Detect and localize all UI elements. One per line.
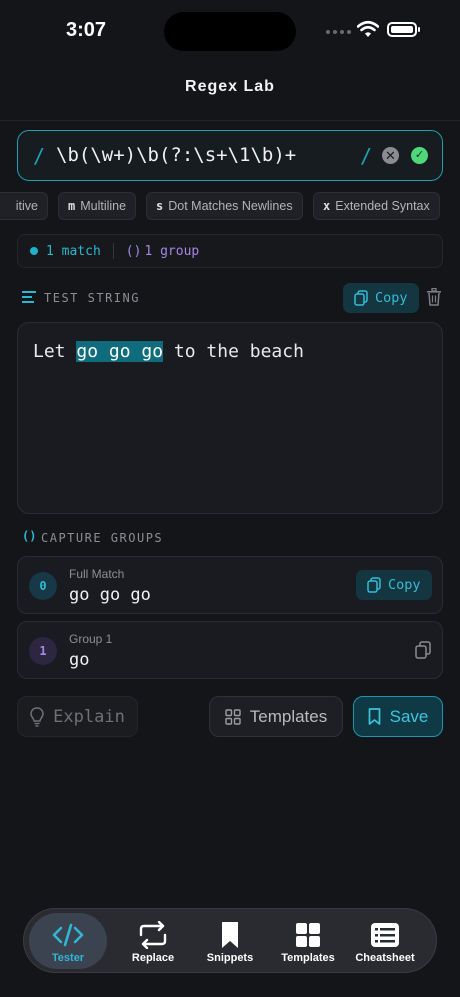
regex-open-delimiter: /: [33, 144, 46, 168]
group-value: go go go: [69, 585, 151, 605]
flag-chip-label: Extended Syntax: [335, 199, 430, 213]
status-bar: 3:07: [0, 0, 460, 62]
flag-chip-dotall[interactable]: s Dot Matches Newlines: [146, 192, 303, 220]
flag-chip-key: s: [156, 199, 164, 213]
text-lines-icon: [22, 291, 36, 303]
list-icon: [371, 923, 399, 947]
trash-icon[interactable]: [426, 288, 442, 306]
group-name: Full Match: [69, 567, 125, 581]
flag-chip-label: itive: [15, 199, 38, 213]
copy-icon[interactable]: [415, 641, 431, 659]
test-text-before: Let: [33, 341, 77, 362]
group-count: 1 group: [144, 243, 200, 259]
match-dot-icon: [30, 247, 38, 255]
copy-icon: [354, 290, 368, 306]
tab-templates[interactable]: Templates: [269, 913, 347, 969]
cellular-signal-icon: [326, 30, 351, 34]
grid-icon: [296, 923, 320, 947]
copy-label: Copy: [388, 577, 421, 593]
bookmark-icon: [368, 708, 380, 725]
explain-button[interactable]: Explain: [17, 696, 138, 737]
copy-label: Copy: [375, 290, 408, 306]
capture-group-card-1: 1 Group 1 go: [17, 621, 443, 679]
copy-full-match-button[interactable]: Copy: [356, 570, 432, 600]
replace-icon: [139, 921, 167, 949]
match-highlight: go go go: [76, 341, 164, 362]
tab-snippets[interactable]: Snippets: [191, 913, 269, 969]
group-value: go: [69, 650, 90, 670]
capture-groups-heading: CAPTURE GROUPS: [41, 531, 164, 545]
code-icon: [52, 923, 84, 947]
battery-icon: [387, 22, 420, 37]
save-button[interactable]: Save: [353, 696, 443, 737]
test-text-after: to the beach: [163, 341, 304, 362]
valid-check-icon: ✓: [411, 147, 428, 164]
flag-chip-extended[interactable]: x Extended Syntax: [313, 192, 440, 220]
explain-label: Explain: [53, 706, 125, 727]
test-string-heading: TEST STRING: [44, 291, 140, 305]
tab-replace[interactable]: Replace: [114, 913, 192, 969]
group-name: Group 1: [69, 632, 113, 646]
templates-label: Templates: [249, 706, 328, 726]
capture-group-card-0: 0 Full Match go go go Copy: [17, 556, 443, 614]
dynamic-island: [164, 12, 296, 51]
flag-chip-key: m: [68, 199, 76, 213]
tab-tester[interactable]: Tester: [29, 913, 107, 969]
flag-chip-case-insensitive[interactable]: itive: [0, 192, 48, 220]
match-summary: 1 match () 1 group: [17, 234, 443, 268]
clear-icon[interactable]: ✕: [382, 147, 399, 164]
copy-icon: [367, 577, 381, 593]
tab-label: Cheatsheet: [355, 952, 415, 964]
flag-chip-label: Dot Matches Newlines: [168, 199, 293, 213]
tab-cheatsheet[interactable]: Cheatsheet: [346, 913, 424, 969]
flag-chip-key: x: [323, 199, 331, 213]
test-string-text: Let go go go to the beach: [33, 341, 304, 362]
lightbulb-icon: [30, 706, 44, 727]
test-string-input[interactable]: Let go go go to the beach: [17, 322, 443, 514]
templates-button[interactable]: Templates: [209, 696, 343, 737]
group-index-badge: 0: [29, 572, 57, 600]
tab-label: Tester: [51, 952, 85, 964]
regex-input[interactable]: / \b(\w+)\b(?:\s+\1\b)+ / ✕ ✓: [17, 130, 443, 181]
bookmark-icon: [222, 922, 238, 948]
tab-bar: Tester Replace Snippets Templates Cheats…: [23, 908, 437, 973]
grid-icon: [225, 708, 241, 725]
parentheses-icon: (): [22, 529, 37, 543]
flag-chip-multiline[interactable]: m Multiline: [58, 192, 137, 220]
group-glyph: (): [125, 243, 142, 259]
tab-label: Snippets: [206, 952, 254, 964]
flag-chips: itive m Multiline s Dot Matches Newlines…: [0, 192, 460, 220]
tab-label: Templates: [281, 952, 335, 964]
group-index-badge: 1: [29, 637, 57, 665]
tab-label: Replace: [131, 952, 175, 964]
save-label: Save: [389, 706, 429, 726]
regex-pattern[interactable]: \b(\w+)\b(?:\s+\1\b)+: [56, 144, 296, 166]
flag-chip-label: Multiline: [80, 199, 127, 213]
wifi-icon: [357, 20, 379, 37]
match-count: 1 match: [46, 243, 101, 259]
nav-divider: [0, 120, 460, 121]
page-title: Regex Lab: [185, 78, 275, 95]
regex-close-delimiter: /: [360, 144, 373, 168]
summary-divider: [112, 243, 114, 259]
status-time: 3:07: [66, 19, 107, 41]
copy-test-string-button[interactable]: Copy: [343, 283, 419, 313]
